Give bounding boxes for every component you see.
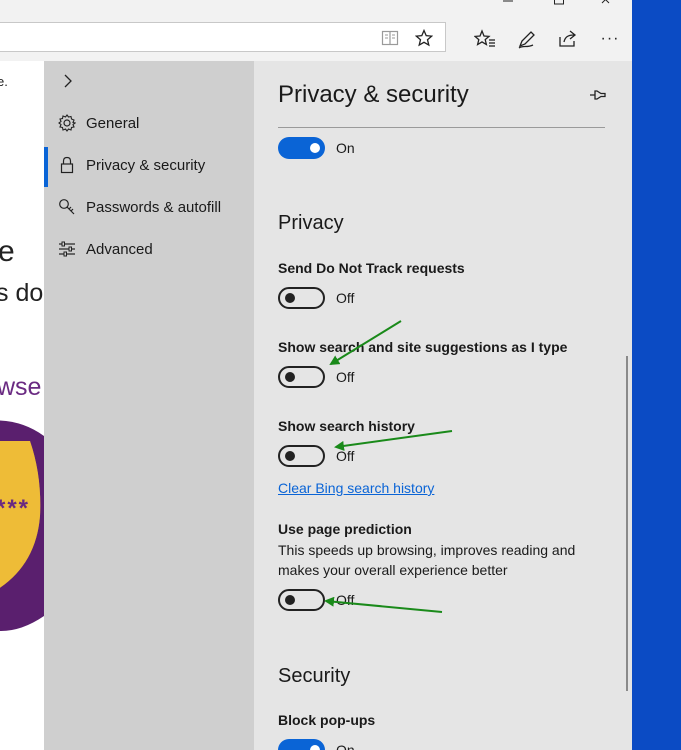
pin-icon[interactable] <box>588 85 608 105</box>
scrollbar[interactable] <box>626 356 628 691</box>
toggle-state: Off <box>336 448 355 464</box>
favorites-hub-icon[interactable] <box>472 26 498 52</box>
setting-label: Block pop-ups <box>278 712 376 728</box>
section-heading-privacy: Privacy <box>278 212 344 234</box>
nav-item-label: Privacy & security <box>86 156 206 174</box>
key-icon <box>57 197 77 217</box>
minimize-icon <box>503 0 513 2</box>
chevron-right-icon[interactable] <box>60 73 76 89</box>
webpage-content: e. e s do wse *** <box>0 61 44 750</box>
favorite-star-icon[interactable] <box>413 27 435 49</box>
toggle-state: Off <box>336 592 355 608</box>
nav-item-label: Advanced <box>86 240 153 258</box>
toggle-state: Off <box>336 369 355 385</box>
search-suggestions-toggle[interactable] <box>278 366 325 388</box>
toggle-knob <box>310 143 320 153</box>
sliders-icon <box>57 239 77 259</box>
nav-item-label: Passwords & autofill <box>86 198 222 216</box>
webpage-heading: e <box>0 235 15 268</box>
toggle-state: Off <box>336 290 355 306</box>
more-icon[interactable]: ··· <box>597 26 623 52</box>
clear-bing-history-link[interactable]: Clear Bing search history <box>278 480 434 496</box>
browser-toolbar: ··· <box>0 18 632 61</box>
setting-label: Show search history <box>278 418 415 434</box>
active-indicator <box>44 147 48 187</box>
divider <box>278 127 605 128</box>
gear-icon <box>57 113 77 133</box>
nav-item-label: General <box>86 114 140 132</box>
webpage-text: e. <box>0 74 8 89</box>
toggle-knob <box>285 372 295 382</box>
toggle-knob <box>310 745 320 750</box>
pen-icon[interactable] <box>514 26 540 52</box>
search-history-toggle[interactable] <box>278 445 325 467</box>
maximize-button[interactable] <box>536 0 582 16</box>
share-icon[interactable] <box>555 26 581 52</box>
settings-nav: General Privacy & security Passwords & a… <box>44 61 254 750</box>
block-popups-toggle[interactable] <box>278 739 325 750</box>
nav-item-general[interactable]: General <box>44 103 254 143</box>
webpage-password-mask: *** <box>0 495 31 522</box>
setting-label: Show search and site suggestions as I ty… <box>278 339 568 355</box>
toggle-state: On <box>336 140 355 156</box>
address-bar[interactable] <box>0 22 446 52</box>
toggle-state: On <box>336 742 355 750</box>
nav-item-passwords-autofill[interactable]: Passwords & autofill <box>44 187 254 227</box>
nav-item-advanced[interactable]: Advanced <box>44 229 254 269</box>
lock-icon <box>57 155 77 175</box>
nav-item-privacy-security[interactable]: Privacy & security <box>44 145 254 187</box>
setting-label: Send Do Not Track requests <box>278 260 465 276</box>
do-not-track-toggle[interactable] <box>278 287 325 309</box>
top-toggle[interactable] <box>278 137 325 159</box>
section-heading-security: Security <box>278 665 351 687</box>
webpage-shield-graphic <box>0 420 44 631</box>
setting-label: Use page prediction <box>278 521 412 537</box>
webpage-text: wse <box>0 373 42 401</box>
toggle-knob <box>285 293 295 303</box>
toggle-knob <box>285 595 295 605</box>
reading-view-icon[interactable] <box>379 27 401 49</box>
close-button[interactable] <box>584 0 630 16</box>
page-title: Privacy & security <box>278 81 469 108</box>
webpage-text: s do <box>0 279 44 307</box>
page-prediction-toggle[interactable] <box>278 589 325 611</box>
settings-panel: Privacy & security On Privacy Send Do No… <box>254 61 632 750</box>
minimize-button[interactable] <box>485 0 531 16</box>
setting-description: This speeds up browsing, improves readin… <box>278 542 576 578</box>
title-bar <box>0 0 632 18</box>
toggle-knob <box>285 451 295 461</box>
close-icon <box>601 0 610 4</box>
maximize-icon <box>554 0 564 5</box>
